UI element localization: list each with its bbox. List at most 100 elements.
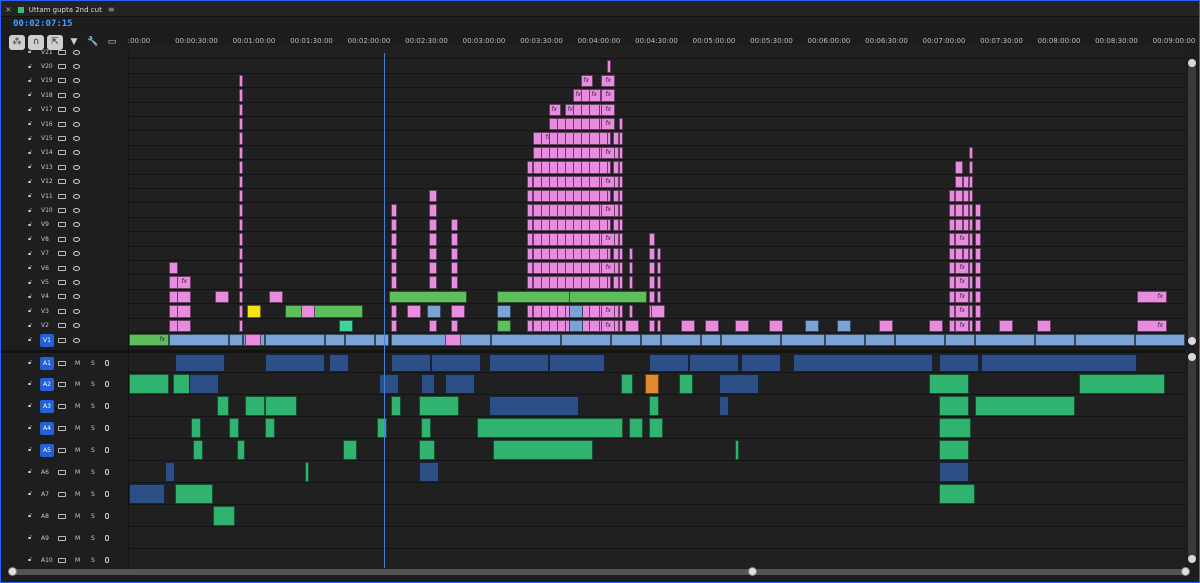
- audio-clip[interactable]: [741, 354, 781, 372]
- eye-icon[interactable]: [73, 323, 80, 329]
- clip-stack[interactable]: [619, 218, 623, 232]
- clip-overlay[interactable]: [407, 305, 421, 318]
- sync-lock-icon[interactable]: [58, 78, 66, 84]
- audio-scroll-knob-top[interactable]: [1188, 353, 1196, 361]
- clip-v1[interactable]: [229, 334, 243, 347]
- sync-lock-icon[interactable]: [58, 208, 66, 214]
- clip-stack[interactable]: [239, 262, 243, 275]
- audio-clip[interactable]: [793, 354, 933, 372]
- track-name[interactable]: V9: [41, 221, 54, 228]
- lock-icon[interactable]: 🔓︎: [28, 178, 32, 186]
- sync-lock-icon[interactable]: [58, 136, 66, 142]
- clip-overlay[interactable]: [805, 319, 819, 332]
- eye-icon[interactable]: [73, 280, 80, 286]
- clip-stack[interactable]: [619, 132, 623, 145]
- eye-icon[interactable]: [73, 136, 80, 142]
- lock-icon[interactable]: 🔓︎: [28, 293, 32, 301]
- clip-fx[interactable]: [601, 118, 615, 131]
- clip-stack[interactable]: [177, 276, 191, 289]
- audio-clip[interactable]: [929, 374, 969, 394]
- lock-icon[interactable]: 🔓︎: [28, 424, 32, 432]
- clip-stack[interactable]: [969, 305, 973, 318]
- clip-stack[interactable]: [619, 233, 623, 246]
- lock-icon[interactable]: 🔓︎: [28, 135, 32, 143]
- clip-stack[interactable]: [239, 175, 243, 188]
- clip-stack[interactable]: [975, 262, 981, 275]
- audio-clip[interactable]: [939, 440, 969, 460]
- clip-stack[interactable]: [391, 218, 397, 232]
- eye-icon[interactable]: [73, 49, 80, 55]
- track-header-v1[interactable]: 🔓︎ V1: [1, 333, 129, 347]
- track-header-a2[interactable]: 🔓︎ A2 M S: [1, 373, 129, 395]
- clip-v1[interactable]: [611, 334, 641, 347]
- clip-fx[interactable]: [601, 305, 615, 318]
- clip-overlay[interactable]: [999, 319, 1013, 332]
- sync-lock-icon[interactable]: [58, 469, 66, 475]
- clip-stack[interactable]: [239, 319, 243, 332]
- clip-v1[interactable]: [825, 334, 865, 347]
- clip-stack[interactable]: [619, 161, 623, 174]
- clip-v1[interactable]: [721, 334, 781, 347]
- audio-clip[interactable]: [391, 396, 401, 416]
- track-header-v18[interactable]: 🔓︎ V18: [1, 88, 129, 102]
- track-header-v16[interactable]: 🔓︎ V16: [1, 117, 129, 131]
- track-header-a8[interactable]: 🔓︎ A8 M S: [1, 505, 129, 527]
- sequence-tab[interactable]: × Uttam gupta 2nd cut ≡: [5, 3, 115, 16]
- track-name[interactable]: V8: [41, 236, 54, 243]
- lock-icon[interactable]: 🔓︎: [28, 468, 32, 476]
- lock-icon[interactable]: 🔓︎: [28, 192, 32, 200]
- clip-stack[interactable]: [969, 276, 973, 289]
- sync-lock-icon[interactable]: [58, 535, 66, 541]
- clip-stack[interactable]: [955, 161, 963, 174]
- sync-lock-icon[interactable]: [58, 92, 66, 98]
- audio-clip[interactable]: [981, 354, 1137, 372]
- clip-v1[interactable]: [781, 334, 825, 347]
- audio-clip[interactable]: [191, 418, 201, 438]
- audio-clip[interactable]: [1079, 374, 1165, 394]
- clip-v1[interactable]: [701, 334, 721, 347]
- clip-fx[interactable]: [601, 175, 615, 188]
- clip-overlay[interactable]: [705, 319, 719, 332]
- solo-button[interactable]: S: [91, 469, 95, 476]
- clip-fx[interactable]: [601, 89, 615, 102]
- lock-icon[interactable]: 🔓︎: [28, 163, 32, 171]
- clip-stack[interactable]: [649, 319, 655, 332]
- eye-icon[interactable]: [73, 337, 80, 343]
- lock-icon[interactable]: 🔓︎: [28, 235, 32, 243]
- clip-stack[interactable]: [969, 233, 973, 246]
- lock-icon[interactable]: 🔓︎: [28, 106, 32, 114]
- clip-stack[interactable]: [969, 218, 973, 232]
- clip-stack[interactable]: [975, 319, 981, 332]
- clip-stack[interactable]: [607, 218, 611, 232]
- track-header-a5[interactable]: 🔓︎ A5 M S: [1, 439, 129, 461]
- voiceover-mic-icon[interactable]: [105, 535, 109, 541]
- clip-overlay[interactable]: [451, 305, 465, 318]
- audio-clip[interactable]: [189, 374, 219, 394]
- clip-stack[interactable]: [177, 305, 191, 318]
- clip-overlay[interactable]: [285, 305, 363, 318]
- audio-clip[interactable]: [213, 506, 235, 526]
- audio-clip[interactable]: [217, 396, 229, 416]
- clip-stack[interactable]: [649, 290, 655, 304]
- track-name[interactable]: A7: [41, 491, 54, 498]
- audio-clip[interactable]: [175, 354, 225, 372]
- lock-icon[interactable]: 🔓︎: [28, 402, 32, 410]
- track-name[interactable]: A3: [40, 399, 54, 413]
- clip-overlay[interactable]: [879, 319, 893, 332]
- clip-stack[interactable]: [657, 319, 661, 332]
- clip-stack[interactable]: [649, 262, 655, 275]
- clip-fx[interactable]: [955, 290, 969, 304]
- sync-lock-icon[interactable]: [58, 513, 66, 519]
- solo-button[interactable]: S: [91, 447, 95, 454]
- clip-overlay[interactable]: [681, 319, 695, 332]
- clip-stack[interactable]: [239, 74, 243, 88]
- clip-stack[interactable]: [239, 233, 243, 246]
- clip-fx[interactable]: [601, 319, 615, 332]
- track-name[interactable]: V10: [41, 207, 54, 214]
- lock-icon[interactable]: 🔓︎: [28, 490, 32, 498]
- audio-clip[interactable]: [939, 396, 969, 416]
- clip-overlay[interactable]: [301, 305, 315, 318]
- clip-overlay[interactable]: [625, 319, 639, 332]
- track-name[interactable]: V7: [41, 250, 54, 257]
- clip-v1[interactable]: [661, 334, 701, 347]
